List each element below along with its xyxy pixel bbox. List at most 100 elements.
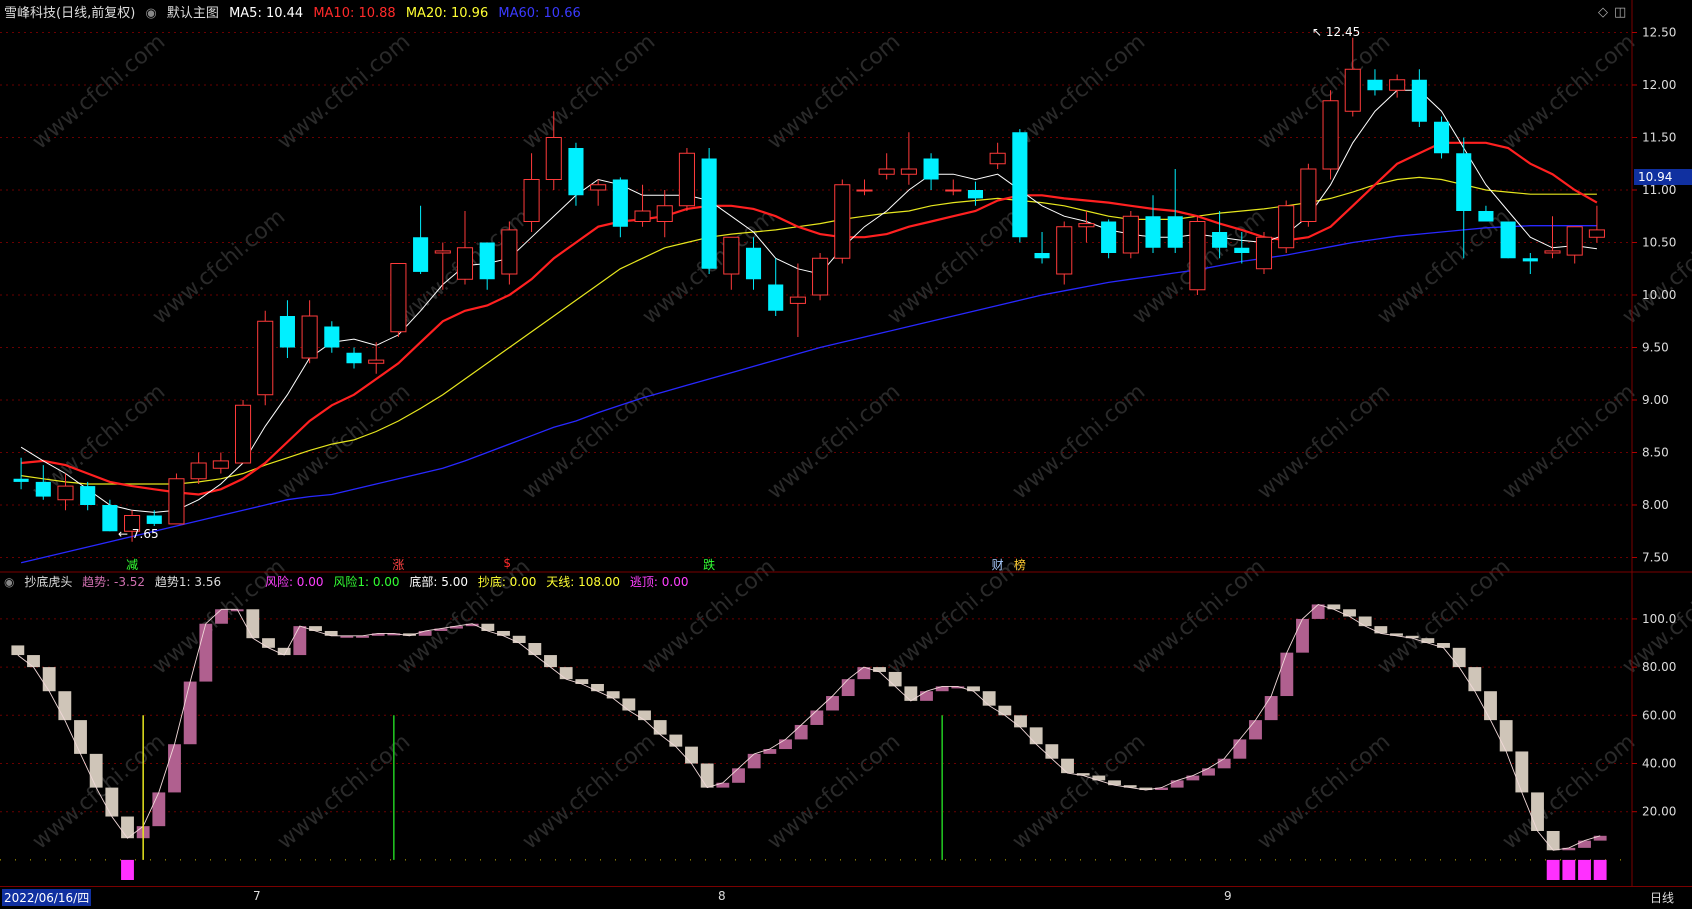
- candle: [346, 347, 362, 369]
- trend-bar: [418, 630, 432, 636]
- chart-canvas[interactable]: www.cfchi.com www.cfchi.com www.cfchi.com w…: [0, 0, 1692, 905]
- trend-bar: [888, 671, 902, 687]
- candle-body: [1300, 168, 1317, 222]
- candle: [967, 181, 984, 206]
- trend-bar: [1014, 715, 1027, 728]
- trend-bar: [622, 698, 636, 711]
- trend-bar: [1452, 647, 1466, 668]
- candle-body: [456, 247, 474, 280]
- watermark-text: www.cfchi.com: [763, 379, 905, 504]
- candle-body: [279, 316, 295, 348]
- candle: [102, 499, 118, 532]
- candle-body: [501, 229, 518, 275]
- trend-bar: [700, 763, 714, 788]
- candle-body: [346, 352, 362, 364]
- price-tick-label: 8.00: [1642, 498, 1669, 512]
- trend-bar: [606, 691, 620, 699]
- indicator-title[interactable]: 抄底虎头: [24, 575, 72, 589]
- candle: [812, 253, 829, 301]
- watermark-text: www.cfchi.com: [1498, 379, 1640, 504]
- candle-body: [1478, 211, 1494, 222]
- period-selector[interactable]: 日线: [1650, 889, 1674, 906]
- month-7: 7: [253, 889, 261, 903]
- candle: [324, 321, 340, 353]
- watermark-text: www.cfchi.com: [1373, 554, 1515, 679]
- watermark-text: www.cfchi.com: [1253, 729, 1395, 854]
- candle-body: [1212, 232, 1228, 248]
- candle-body: [1389, 79, 1406, 91]
- candle: [1588, 205, 1605, 243]
- event-marker[interactable]: $: [503, 556, 511, 570]
- candle-body: [234, 404, 252, 464]
- price-tick-label: 11.50: [1642, 131, 1676, 145]
- stock-chart-window[interactable]: www.cfchi.com www.cfchi.com www.cfchi.com w…: [0, 0, 1692, 906]
- candle-body: [878, 168, 895, 175]
- trend-bar: [1202, 768, 1215, 776]
- trend-bar: [1499, 720, 1513, 752]
- window-icon[interactable]: ◫: [1614, 5, 1626, 21]
- candle: [1278, 200, 1295, 253]
- candle: [1566, 226, 1583, 264]
- price-tick-label: 8.50: [1642, 446, 1669, 460]
- stock-title[interactable]: 雪峰科技(日线,前复权): [4, 6, 135, 21]
- candle-body: [168, 478, 185, 525]
- trend-bar: [1358, 616, 1372, 627]
- template-name[interactable]: 默认主图: [167, 6, 219, 21]
- price-tick-label: 10.00: [1642, 288, 1676, 302]
- event-marker[interactable]: 榜: [1014, 556, 1026, 573]
- ma10-line: [20, 141, 1598, 496]
- candle-body: [768, 284, 784, 311]
- candle-body: [945, 189, 962, 192]
- candle-body: [1278, 205, 1295, 249]
- trend-bar: [1437, 643, 1450, 648]
- trend-bar: [1296, 618, 1309, 653]
- trend-bar: [528, 643, 542, 656]
- trend-bar: [1531, 792, 1544, 831]
- event-marker[interactable]: 涨: [392, 556, 404, 573]
- candle-body: [723, 236, 740, 275]
- trend-bar: [215, 609, 228, 624]
- risk-bar: [1593, 859, 1607, 880]
- watermark-text: www.cfchi.com: [763, 29, 905, 154]
- watermark-text: www.cfchi.com: [883, 204, 1025, 329]
- indicator-tick-label: 80.00: [1642, 660, 1676, 674]
- ma60-label: MA60: 10.66: [498, 6, 581, 21]
- escape-top-value: 逃顶: 0.00: [629, 575, 689, 589]
- trend-bar: [559, 667, 573, 680]
- candle-body: [1189, 221, 1206, 291]
- trend-bar: [779, 739, 792, 750]
- candle: [1101, 219, 1117, 259]
- trend-bar: [685, 746, 698, 764]
- event-marker[interactable]: 跌: [703, 556, 715, 573]
- trend-bar: [293, 626, 307, 656]
- watermark-text: www.cfchi.com: [148, 204, 290, 329]
- trend-bar: [1045, 744, 1059, 759]
- event-marker[interactable]: 减: [126, 556, 138, 573]
- trend-bar: [1311, 604, 1325, 619]
- diamond-icon[interactable]: ◇: [1598, 5, 1608, 21]
- chevron-down-icon[interactable]: ◉: [145, 6, 156, 21]
- trend-bar: [967, 686, 980, 692]
- ma10-path: [20, 141, 1598, 496]
- candle-body: [324, 326, 340, 348]
- candle: [257, 310, 274, 406]
- candle-body: [1588, 229, 1605, 238]
- trend-bar: [1327, 604, 1341, 610]
- trend-bar: [1421, 638, 1435, 644]
- risk-value: 风险: 0.00: [264, 575, 324, 589]
- indicator-icon[interactable]: ◉: [4, 575, 14, 589]
- indicator-header: ◉ 抄底虎头 趋势: -3.52 趋势1: 3.56 风险: 0.00 风险1:…: [4, 574, 694, 590]
- candle-body: [1122, 215, 1139, 254]
- event-marker[interactable]: 财: [992, 556, 1004, 573]
- watermark-text: www.cfchi.com: [518, 379, 660, 504]
- trend-bar: [810, 710, 824, 725]
- trend-value: 趋势: -3.52: [82, 575, 146, 589]
- risk-bar: [121, 859, 134, 880]
- candle-body: [212, 460, 229, 469]
- start-date: 2022/06/16/四: [2, 889, 92, 906]
- trend-bar: [794, 724, 808, 740]
- candle-body: [590, 184, 607, 191]
- candle: [856, 179, 873, 196]
- candle-body: [967, 190, 984, 199]
- candle-body: [1522, 258, 1538, 262]
